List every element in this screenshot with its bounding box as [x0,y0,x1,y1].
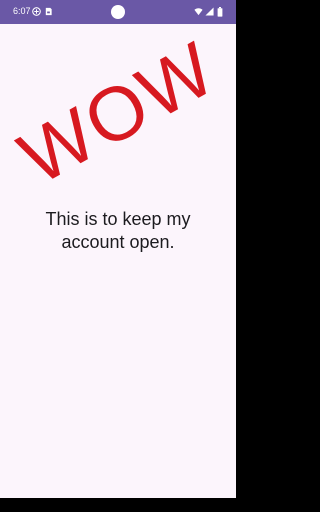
sim-card-icon [45,7,52,16]
vpn-icon [32,7,41,16]
app-content: WOW This is to keep my account open. [0,24,236,498]
wifi-icon [194,8,203,16]
navigation-bar [0,498,236,512]
status-time: 6:07 [13,6,31,16]
status-bar: 6:07 [0,0,236,24]
phone-screen: 6:07 WOW This is to keep my account open… [0,0,236,512]
wow-graphic-text: WOW [5,25,230,202]
battery-icon [217,7,223,17]
camera-cutout [111,5,125,19]
cellular-signal-icon [205,7,214,16]
account-open-message: This is to keep my account open. [45,209,191,252]
